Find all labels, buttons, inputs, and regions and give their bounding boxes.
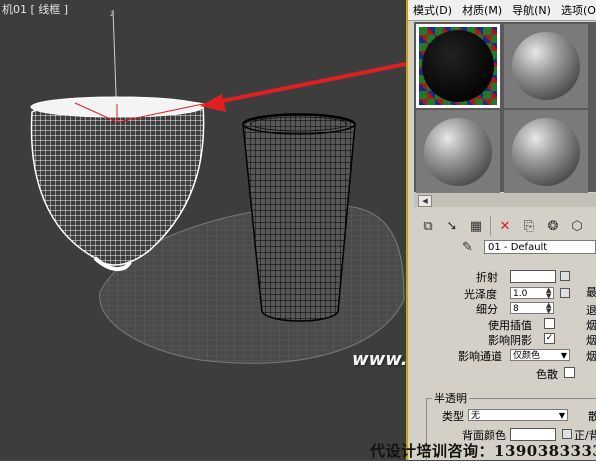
chevron-down-icon: ▼ — [558, 411, 565, 420]
assign-material-icon[interactable]: ➘ — [442, 216, 462, 236]
affect-channels-label: 影响通道 — [458, 350, 502, 363]
type-label: 类型 — [442, 410, 464, 423]
dispersion-label: 色散 — [536, 368, 558, 381]
right-label-5: 烟 — [586, 350, 596, 363]
spinner-arrows-icon[interactable]: ▲ ▼ — [546, 287, 551, 300]
material-toolbar: ⧉ ➘ ▦ ✕ ⎘ ❂ ⬡ — [418, 214, 596, 238]
affect-channels-value: 仅颜色 — [513, 351, 541, 361]
glossiness-map-button[interactable] — [560, 288, 570, 298]
refraction-parameters: 折射 光泽度 1.0 ▲ ▼ 细分 8 ▲ ▼ 使用插值 影响阴影 ✓ 影响通道 仅… — [414, 260, 596, 460]
material-name-row: ✎ 01 - Default — [462, 240, 596, 256]
affect-channels-select[interactable]: 仅颜色 ▼ — [510, 349, 570, 361]
watermark-promo: 代设计培训咨询：1390383333 — [370, 442, 596, 460]
use-interp-label: 使用插值 — [488, 319, 532, 332]
right-label-4: 烟 — [586, 334, 596, 347]
refraction-label: 折射 — [476, 271, 498, 284]
refraction-map-button[interactable] — [560, 271, 570, 281]
subdivs-label: 细分 — [476, 303, 498, 316]
material-slot-2[interactable] — [504, 24, 588, 108]
viewport-perspective[interactable]: 机01 [ 线框 ] z www. — [0, 0, 408, 460]
material-name-field[interactable]: 01 - Default — [484, 240, 596, 254]
translucency-type-value: 无 — [471, 411, 481, 421]
scroll-left-arrow-icon[interactable]: ◀ — [418, 195, 432, 207]
unique-icon[interactable]: ❂ — [543, 216, 563, 236]
right-label-2: 退 — [586, 304, 596, 317]
chevron-down-icon: ▼ — [560, 351, 567, 360]
copy-icon[interactable]: ⎘ — [519, 216, 539, 236]
affect-shadows-checkbox[interactable]: ✓ — [544, 333, 555, 344]
material-slot-1[interactable] — [416, 24, 500, 108]
material-slots — [414, 22, 596, 194]
glossiness-label: 光泽度 — [464, 288, 497, 301]
dispersion-checkbox[interactable] — [564, 367, 575, 378]
library-icon[interactable]: ⬡ — [567, 216, 587, 236]
translucency-type-select[interactable]: 无 ▼ — [468, 409, 568, 421]
material-sphere — [512, 32, 580, 100]
menu-options[interactable]: 选项(O) — [556, 2, 596, 18]
material-sphere-selected — [422, 30, 494, 102]
affect-shadows-label: 影响阴影 — [488, 334, 532, 347]
translucency-title: 半透明 — [432, 390, 469, 406]
toolbar-divider — [490, 216, 491, 236]
back-color-map-button[interactable] — [562, 429, 572, 439]
black-glass-mesh — [242, 114, 356, 322]
right-label-1: 最 — [586, 286, 596, 299]
viewport-scene: z — [30, 9, 406, 364]
material-slot-3[interactable] — [416, 110, 500, 194]
material-sphere — [512, 118, 580, 186]
material-sphere — [424, 118, 492, 186]
z-axis-label: z — [110, 9, 114, 18]
menu-bar: 模式(D) 材质(M) 导航(N) 选项(O) — [408, 0, 596, 21]
spinner-arrows-icon[interactable]: ▲ ▼ — [546, 302, 551, 315]
slot-scrollbar[interactable]: ◀ — [414, 193, 596, 207]
right-label-6: 散 — [588, 410, 596, 423]
material-slot-4[interactable] — [504, 110, 588, 194]
pointer-arrow-shaft — [211, 62, 406, 105]
reset-icon[interactable]: ▦ — [466, 216, 486, 236]
eyedropper-icon[interactable]: ✎ — [462, 240, 473, 255]
menu-mode[interactable]: 模式(D) — [408, 2, 457, 18]
use-interp-checkbox[interactable] — [544, 318, 555, 329]
put-to-scene-icon[interactable]: ⧉ — [418, 216, 438, 236]
watermark-url: www.shejiedu.com — [352, 349, 408, 370]
right-label-3: 烟 — [586, 319, 596, 332]
material-editor-panel: 模式(D) 材质(M) 导航(N) 选项(O) ◀ ⧉ ➘ ▦ ✕ ⎘ ❂ ⬡ … — [408, 0, 596, 460]
refraction-color-swatch[interactable] — [510, 270, 556, 283]
menu-navigation[interactable]: 导航(N) — [507, 2, 556, 18]
menu-material[interactable]: 材质(M) — [457, 2, 507, 18]
delete-icon[interactable]: ✕ — [495, 216, 515, 236]
